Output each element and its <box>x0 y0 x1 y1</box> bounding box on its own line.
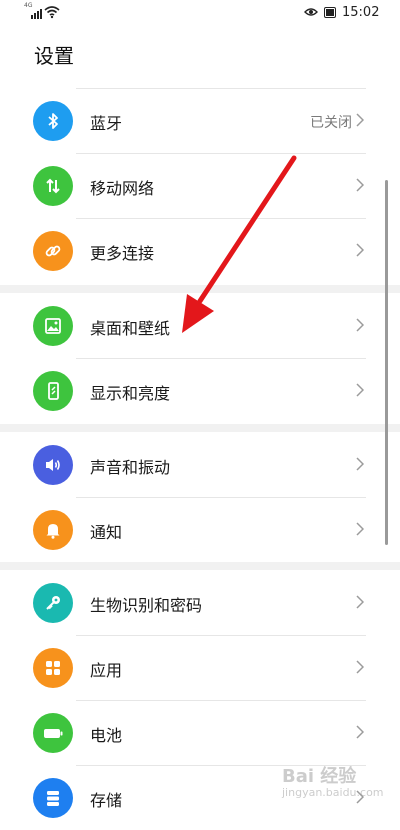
settings-item-apps[interactable]: 应用 <box>0 635 400 700</box>
settings-item-value: 已关闭 <box>310 115 352 131</box>
battery-status-icon <box>324 7 336 18</box>
settings-group-connectivity: 蓝牙 已关闭 移动网络 更多连接 <box>0 88 400 283</box>
settings-item-display-brightness[interactable]: 显示和亮度 <box>0 358 400 423</box>
baidu-watermark: Bai 经验 jingyan.baidu.com <box>282 762 400 810</box>
apps-icon <box>33 648 73 688</box>
network-type-label: 4G <box>24 2 33 9</box>
chevron-right-icon <box>356 113 364 127</box>
settings-item-label: 生物识别和密码 <box>90 596 203 615</box>
wallpaper-icon <box>33 306 73 346</box>
chevron-right-icon <box>356 383 364 397</box>
group-separator <box>0 285 400 293</box>
divider <box>76 153 366 154</box>
settings-group-sound: 声音和振动 通知 <box>0 432 400 562</box>
storage-icon <box>33 778 73 818</box>
settings-item-label: 更多连接 <box>90 244 155 263</box>
settings-item-label: 移动网络 <box>90 179 155 198</box>
settings-item-more-connections[interactable]: 更多连接 <box>0 218 400 283</box>
settings-group-display: 桌面和壁纸 显示和亮度 <box>0 293 400 423</box>
settings-item-sound-vibration[interactable]: 声音和振动 <box>0 432 400 497</box>
divider <box>76 218 366 219</box>
eye-comfort-icon <box>304 8 318 16</box>
watermark-brand: Bai 经验 <box>282 766 357 787</box>
settings-item-label: 电池 <box>90 726 123 745</box>
chevron-right-icon <box>356 595 364 609</box>
group-separator <box>0 562 400 570</box>
scrollbar[interactable] <box>385 180 388 545</box>
chevron-right-icon <box>356 178 364 192</box>
chevron-right-icon <box>356 457 364 471</box>
settings-item-label: 应用 <box>90 661 123 680</box>
settings-item-wallpaper[interactable]: 桌面和壁纸 <box>0 293 400 358</box>
settings-item-label: 蓝牙 <box>90 114 123 133</box>
divider <box>76 88 366 89</box>
status-time: 15:02 <box>342 5 380 20</box>
chevron-right-icon <box>356 725 364 739</box>
divider <box>76 700 366 701</box>
settings-item-battery[interactable]: 电池 <box>0 700 400 765</box>
signal-strength-icon: 4G <box>24 2 42 19</box>
bluetooth-icon <box>33 101 73 141</box>
divider <box>76 358 366 359</box>
settings-item-label: 存储 <box>90 791 123 810</box>
display-icon <box>33 371 73 411</box>
chevron-right-icon <box>356 243 364 257</box>
group-separator <box>0 424 400 432</box>
settings-item-mobile-network[interactable]: 移动网络 <box>0 153 400 218</box>
divider <box>76 635 366 636</box>
settings-item-label: 显示和亮度 <box>90 384 171 403</box>
settings-item-label: 声音和振动 <box>90 458 171 477</box>
wifi-icon <box>44 6 60 19</box>
chevron-right-icon <box>356 318 364 332</box>
settings-item-bluetooth[interactable]: 蓝牙 已关闭 <box>0 88 400 153</box>
mobile-data-icon <box>33 166 73 206</box>
divider <box>76 497 366 498</box>
settings-item-notifications[interactable]: 通知 <box>0 497 400 562</box>
chevron-right-icon <box>356 522 364 536</box>
chevron-right-icon <box>356 660 364 674</box>
watermark-site: jingyan.baidu.com <box>282 786 384 799</box>
battery-icon <box>33 713 73 753</box>
status-bar: 4G 15:02 <box>0 0 400 26</box>
key-icon <box>33 583 73 623</box>
sound-icon <box>33 445 73 485</box>
settings-item-label: 通知 <box>90 523 123 542</box>
page-title: 设置 <box>34 44 74 68</box>
bell-icon <box>33 510 73 550</box>
link-icon <box>33 231 73 271</box>
settings-item-biometrics[interactable]: 生物识别和密码 <box>0 570 400 635</box>
settings-item-label: 桌面和壁纸 <box>90 319 171 338</box>
